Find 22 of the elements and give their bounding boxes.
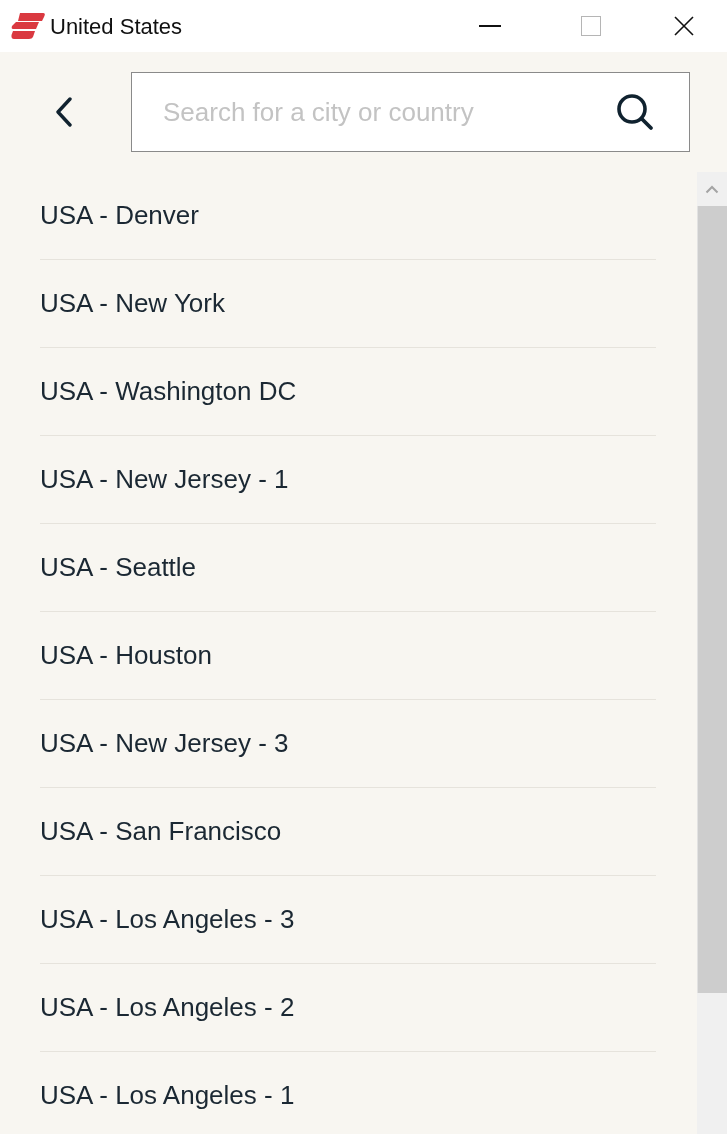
location-item[interactable]: USA - Denver [40, 172, 656, 260]
location-item[interactable]: USA - Seattle [40, 524, 656, 612]
location-item[interactable]: USA - New York [40, 260, 656, 348]
search-icon[interactable] [616, 93, 654, 131]
maximize-icon [581, 16, 601, 36]
app-logo-icon [11, 13, 45, 39]
location-item[interactable]: USA - Los Angeles - 3 [40, 876, 656, 964]
chevron-up-icon [705, 184, 719, 194]
scrollbar-thumb[interactable] [697, 206, 727, 993]
location-item[interactable]: USA - New Jersey - 3 [40, 700, 656, 788]
window-title: United States [50, 12, 183, 41]
minimize-icon [479, 25, 501, 27]
chevron-left-icon [55, 97, 73, 127]
location-item[interactable]: USA - Los Angeles - 1 [40, 1052, 656, 1134]
back-button[interactable] [53, 95, 75, 129]
location-item[interactable]: USA - Houston [40, 612, 656, 700]
location-item[interactable]: USA - Washington DC [40, 348, 656, 436]
location-item[interactable]: USA - Los Angeles - 2 [40, 964, 656, 1052]
location-item[interactable]: USA - San Francisco [40, 788, 656, 876]
close-icon [674, 16, 694, 36]
search-field[interactable]: Search for a city or country [131, 72, 690, 152]
location-item[interactable]: USA - New Jersey - 1 [40, 436, 656, 524]
